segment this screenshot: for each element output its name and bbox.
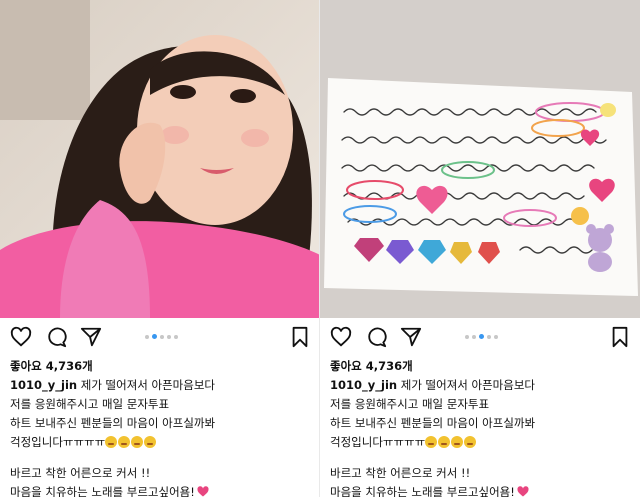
caption-text-6: 마음을 치유하는 노래를 부르고싶어욤! — [10, 485, 195, 497]
caption-line-6: 마음을 치유하는 노래를 부르고싶어욤! — [10, 483, 315, 497]
emoji-crying-icon — [118, 436, 131, 448]
caption-line-3: 하트 보내주신 펜분들의 마음이 아프실까봐 — [10, 416, 216, 430]
post-photo[interactable] — [0, 0, 320, 318]
share-icon[interactable] — [80, 326, 102, 348]
caption-text-6: 마음을 치유하는 노래를 부르고싶어욤! — [330, 485, 515, 497]
caption-line-1: 1010_y_jin 제가 떨어져서 아픈마음보다 — [10, 376, 315, 395]
selfie-photo — [0, 0, 320, 318]
caption-line-4: 걱정입니다ㅠㅠㅠㅠ — [330, 433, 635, 452]
pink-heart-icon — [517, 486, 529, 497]
carousel-dot — [494, 335, 498, 339]
caption-line-2: 저를 응원해주시고 매일 문자투표 — [10, 397, 170, 411]
emoji-crying-icon — [425, 436, 438, 448]
carousel-dot — [472, 335, 476, 339]
username-link[interactable]: 1010_y_jin — [330, 378, 397, 392]
post-caption-block: 좋아요 4,736개 1010_y_jin 제가 떨어져서 아픈마음보다 저를 … — [10, 357, 315, 497]
carousel-indicator — [145, 334, 178, 340]
likes-count[interactable]: 좋아요 4,736개 — [10, 357, 315, 376]
post-photo[interactable] — [320, 0, 640, 318]
emoji-crying-icon — [451, 436, 464, 448]
post-actions-bar — [320, 326, 640, 348]
share-icon[interactable] — [400, 326, 422, 348]
emoji-crying-icon — [131, 436, 144, 448]
comment-icon[interactable] — [45, 326, 67, 348]
caption-line-5: 바르고 착한 어른으로 커서 !! — [330, 466, 471, 480]
pink-heart-icon — [197, 486, 209, 497]
carousel-indicator — [465, 334, 498, 340]
caption-line-4: 걱정입니다ㅠㅠㅠㅠ — [10, 433, 315, 452]
caption-line-3: 하트 보내주신 펜분들의 마음이 아프실까봐 — [330, 416, 536, 430]
carousel-dot — [145, 335, 149, 339]
heart-icon[interactable] — [10, 326, 32, 348]
caption-text: 제가 떨어져서 아픈마음보다 — [80, 378, 216, 392]
emoji-crying-icon — [438, 436, 451, 448]
carousel-dot — [487, 335, 491, 339]
post-actions-bar — [0, 326, 320, 348]
handwritten-letter-photo — [320, 0, 640, 318]
emoji-crying-icon — [105, 436, 118, 448]
carousel-dot — [465, 335, 469, 339]
caption-line-1: 1010_y_jin 제가 떨어져서 아픈마음보다 — [330, 376, 635, 395]
carousel-dot — [174, 335, 178, 339]
carousel-dot — [160, 335, 164, 339]
caption-line-5: 바르고 착한 어른으로 커서 !! — [10, 466, 151, 480]
emoji-crying-icon — [144, 436, 157, 448]
likes-count[interactable]: 좋아요 4,736개 — [330, 357, 635, 376]
emoji-crying-icon — [464, 436, 477, 448]
heart-icon[interactable] — [330, 326, 352, 348]
carousel-dot-active — [479, 334, 484, 339]
carousel-dot — [167, 335, 171, 339]
bookmark-icon[interactable] — [289, 326, 311, 348]
caption-line-6: 마음을 치유하는 노래를 부르고싶어욤! — [330, 483, 635, 497]
caption-text-4: 걱정입니다ㅠㅠㅠㅠ — [10, 435, 106, 449]
post-caption-block: 좋아요 4,736개 1010_y_jin 제가 떨어져서 아픈마음보다 저를 … — [330, 357, 635, 497]
caption-text: 제가 떨어져서 아픈마음보다 — [400, 378, 536, 392]
post-panel-left: 좋아요 4,736개 1010_y_jin 제가 떨어져서 아픈마음보다 저를 … — [0, 0, 320, 497]
caption-text-4: 걱정입니다ㅠㅠㅠㅠ — [330, 435, 426, 449]
comment-icon[interactable] — [365, 326, 387, 348]
post-panel-right: 좋아요 4,736개 1010_y_jin 제가 떨어져서 아픈마음보다 저를 … — [320, 0, 640, 497]
caption-line-2: 저를 응원해주시고 매일 문자투표 — [330, 397, 490, 411]
bookmark-icon[interactable] — [609, 326, 631, 348]
carousel-dot-active — [152, 334, 157, 339]
username-link[interactable]: 1010_y_jin — [10, 378, 77, 392]
